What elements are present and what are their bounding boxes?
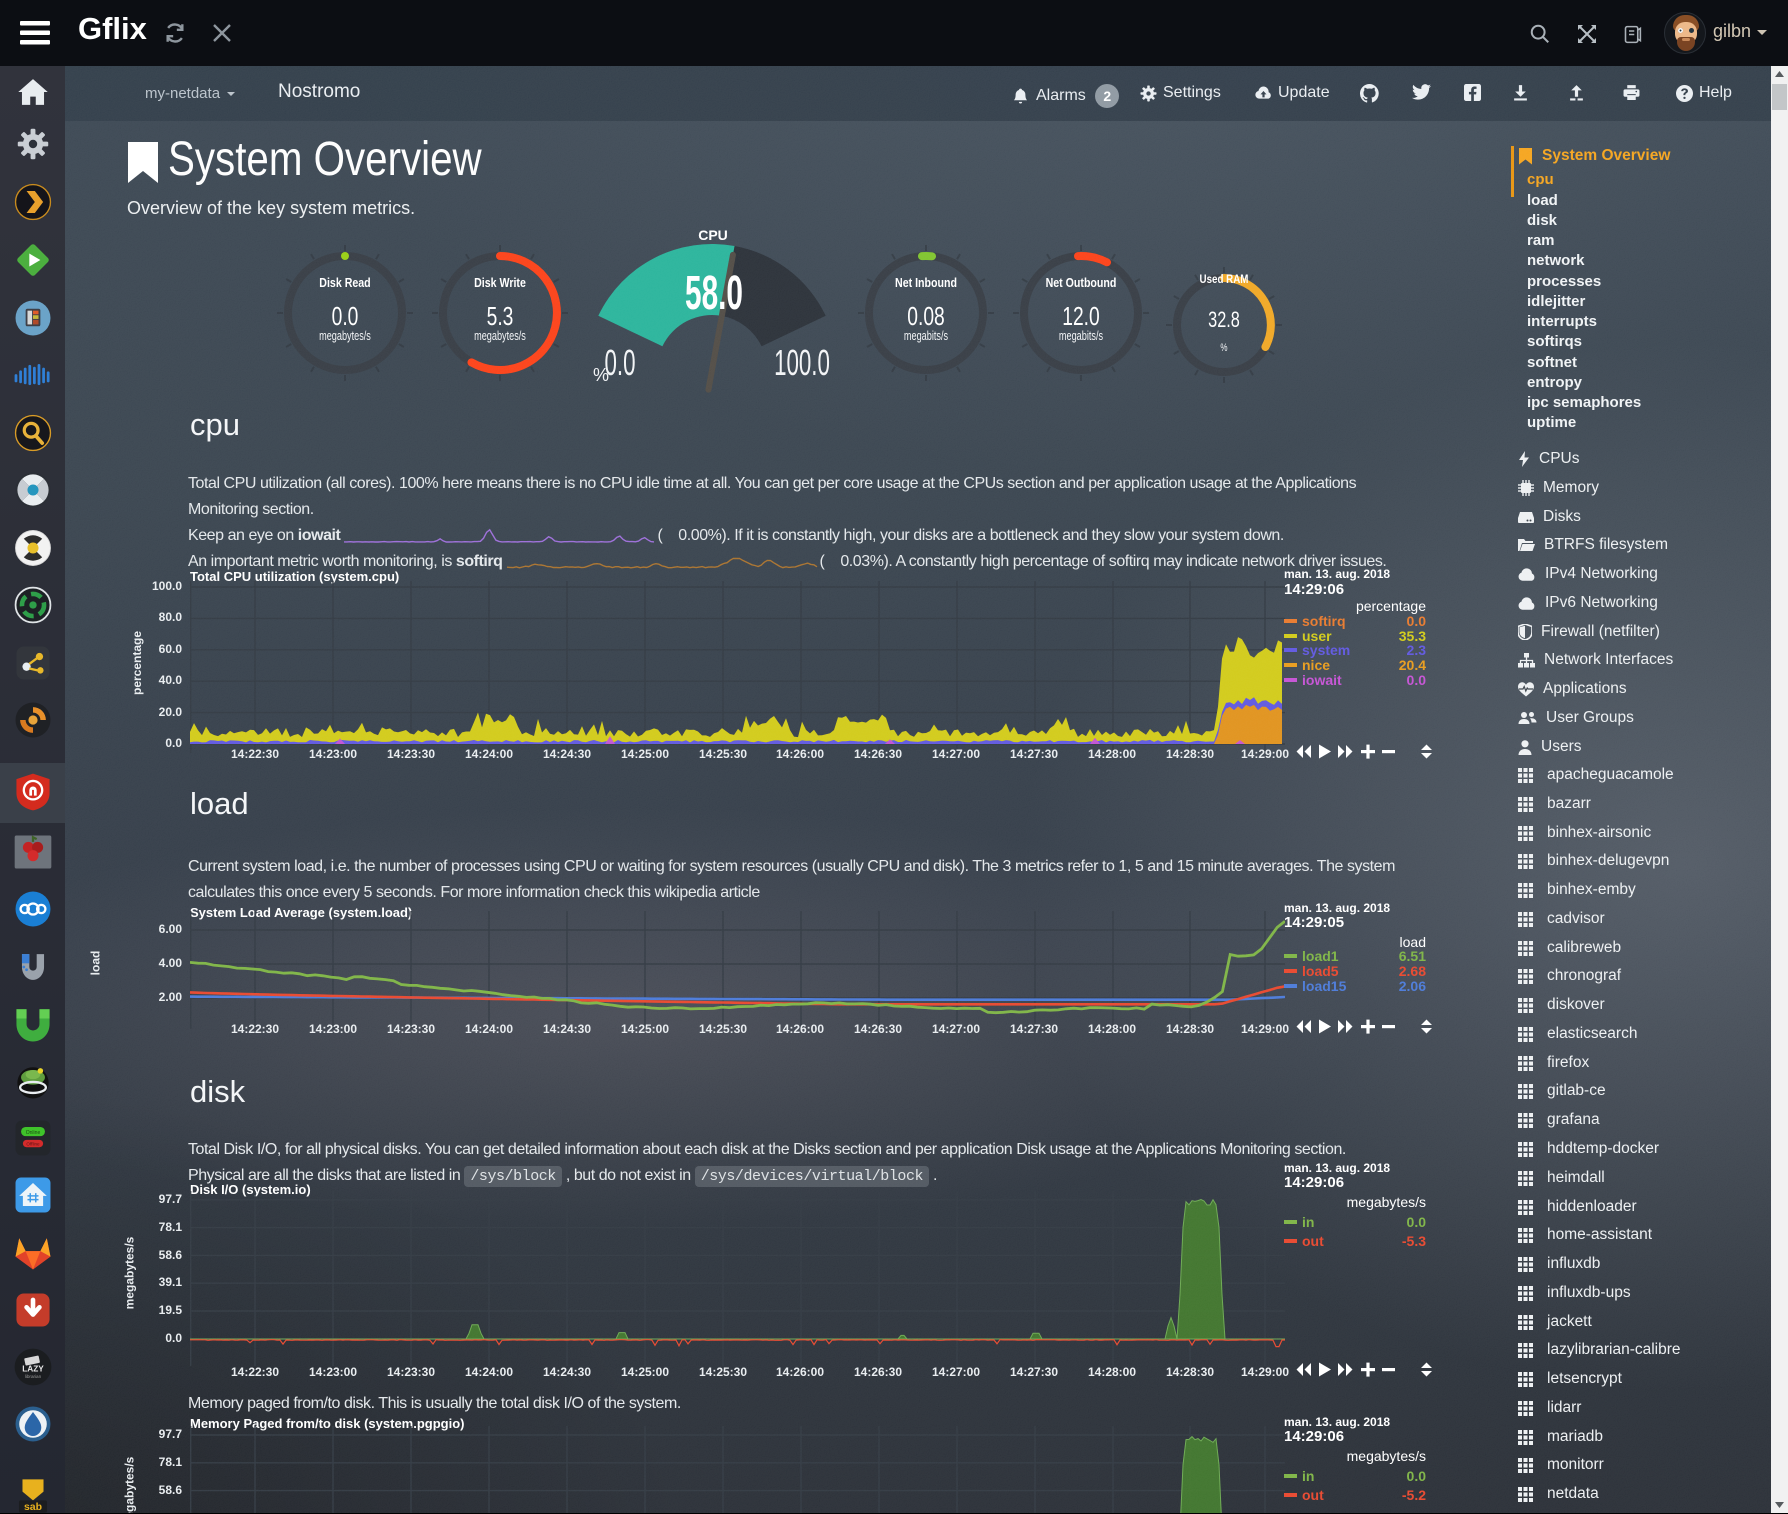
svg-text:Offline: Offline xyxy=(26,1141,40,1146)
svg-text:librarian: librarian xyxy=(25,1374,42,1379)
svg-text:sab: sab xyxy=(24,1501,42,1513)
svg-text:LAZY: LAZY xyxy=(22,1365,44,1374)
svg-text:Online: Online xyxy=(26,1130,41,1136)
